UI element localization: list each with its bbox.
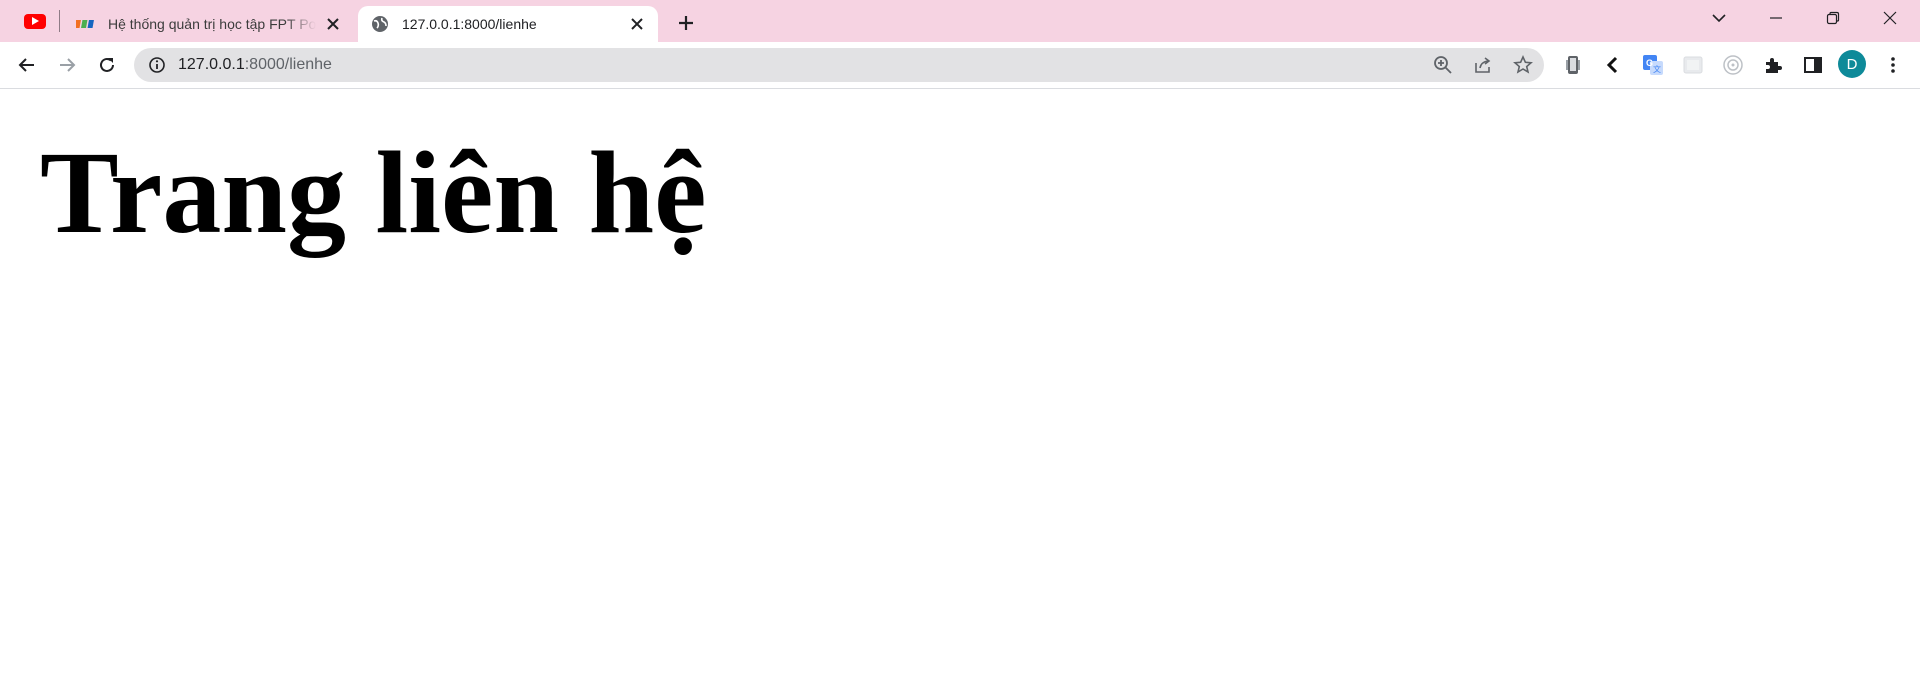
back-button[interactable] <box>11 49 43 81</box>
target-icon <box>1723 55 1743 75</box>
globe-icon <box>372 16 388 32</box>
close-icon <box>1883 11 1897 25</box>
forward-button[interactable] <box>51 49 83 81</box>
tab-separator <box>59 10 60 32</box>
url-path: :8000/lienhe <box>244 56 332 73</box>
bookmark-button[interactable] <box>1511 53 1535 77</box>
tab-lienhe[interactable]: 127.0.0.1:8000/lienhe <box>358 6 658 42</box>
screenshot-icon <box>1683 56 1703 74</box>
share-icon <box>1475 57 1491 73</box>
chevron-down-icon <box>1712 14 1726 23</box>
youtube-icon <box>24 13 46 29</box>
info-icon[interactable] <box>148 56 166 74</box>
minimize-button[interactable] <box>1751 0 1801 36</box>
url-host: 127.0.0.1 <box>178 56 245 73</box>
plus-icon <box>679 16 693 30</box>
browser-toolbar: 127.0.0.1:8000/lienhe G 文 <box>0 42 1920 89</box>
zoom-button[interactable] <box>1431 53 1455 77</box>
side-panel-button[interactable] <box>1801 53 1825 77</box>
restore-button[interactable] <box>1808 0 1858 36</box>
svg-text:文: 文 <box>1653 64 1661 74</box>
profile-initial: D <box>1846 55 1858 73</box>
profile-avatar[interactable]: D <box>1838 50 1866 78</box>
fpt-logo-icon <box>76 20 94 28</box>
tab-title: 127.0.0.1:8000/lienhe <box>402 16 537 32</box>
tab-close-button[interactable] <box>322 13 344 35</box>
puzzle-icon <box>1766 58 1782 73</box>
side-panel-icon <box>1804 57 1822 73</box>
new-tab-button[interactable] <box>672 9 700 37</box>
restore-icon <box>1826 11 1840 25</box>
star-icon <box>1513 55 1533 74</box>
tab-fpt-lms[interactable]: Hệ thống quản trị học tập FPT Polytechni… <box>64 6 354 42</box>
close-icon <box>327 18 339 30</box>
phone-icon <box>1566 56 1580 74</box>
close-icon <box>631 18 643 30</box>
chevron-left-icon <box>1606 56 1618 74</box>
extension-target-button[interactable] <box>1721 53 1745 77</box>
tab-strip: Hệ thống quản trị học tập FPT Polytechni… <box>0 0 1920 42</box>
tab-search-button[interactable] <box>1694 0 1744 36</box>
address-bar[interactable]: 127.0.0.1:8000/lienhe <box>134 48 1544 82</box>
reload-icon <box>100 57 114 72</box>
minimize-icon <box>1770 17 1782 19</box>
extensions-menu-button[interactable] <box>1761 53 1785 77</box>
more-vert-icon <box>1891 57 1895 73</box>
arrow-right-icon <box>60 58 76 72</box>
svg-text:G: G <box>1646 58 1653 68</box>
extension-screenshot-button[interactable] <box>1681 53 1705 77</box>
extension-code-button[interactable] <box>1601 53 1625 77</box>
arrow-left-icon <box>18 58 34 72</box>
page-heading: Trang liên hệ <box>40 127 707 258</box>
pinned-tab-youtube[interactable] <box>14 6 56 36</box>
extension-phone-button[interactable] <box>1561 53 1585 77</box>
close-window-button[interactable] <box>1865 0 1915 36</box>
share-button[interactable] <box>1471 53 1495 77</box>
extension-translate-button[interactable]: G 文 <box>1641 53 1665 77</box>
reload-button[interactable] <box>91 49 123 81</box>
google-translate-icon: G 文 <box>1643 55 1663 75</box>
url-text[interactable]: 127.0.0.1:8000/lienhe <box>178 56 332 74</box>
page-content: Trang liên hệ <box>0 89 1920 689</box>
browser-menu-button[interactable] <box>1881 53 1905 77</box>
zoom-in-icon <box>1434 56 1452 74</box>
tab-title: Hệ thống quản trị học tập FPT Polytechni… <box>108 16 316 32</box>
tab-close-button[interactable] <box>626 13 648 35</box>
